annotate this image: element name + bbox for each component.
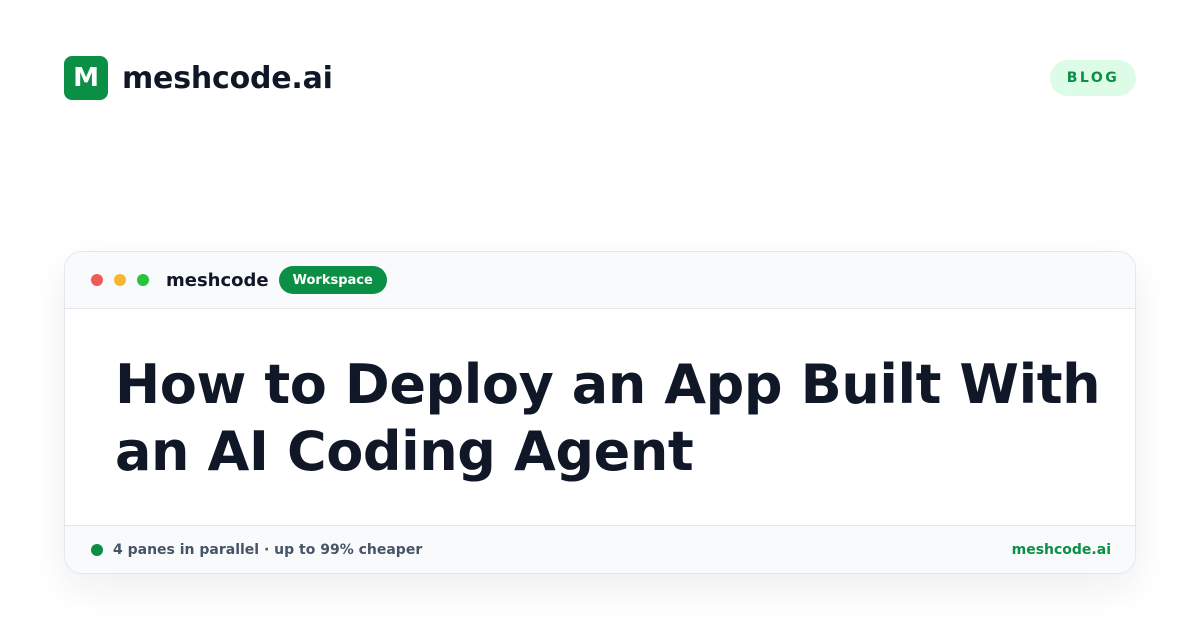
window-content: How to Deploy an App Built With an AI Co… [65, 309, 1135, 525]
logo-mark: M [64, 56, 108, 100]
close-dot-icon [91, 274, 103, 286]
status-group: 4 panes in parallel · up to 99% cheaper [91, 542, 422, 558]
site-link[interactable]: meshcode.ai [1012, 542, 1111, 558]
blog-badge: BLOG [1050, 60, 1136, 96]
status-text: 4 panes in parallel · up to 99% cheaper [113, 541, 423, 558]
brand[interactable]: M meshcode.ai [64, 56, 333, 100]
brand-name: meshcode.ai [122, 60, 333, 96]
article-headline: How to Deploy an App Built With an AI Co… [115, 353, 1101, 483]
app-window: meshcode Workspace How to Deploy an App … [64, 251, 1136, 574]
workspace-badge: Workspace [278, 266, 387, 294]
og-card: M meshcode.ai BLOG meshcode Workspace Ho… [0, 0, 1200, 630]
window-statusbar: 4 panes in parallel · up to 99% cheaper … [65, 525, 1135, 573]
window-title: meshcode [166, 269, 269, 291]
minimize-dot-icon [114, 274, 126, 286]
window-titlebar: meshcode Workspace [65, 252, 1135, 309]
status-dot-icon [91, 543, 103, 556]
maximize-dot-icon [137, 274, 149, 286]
